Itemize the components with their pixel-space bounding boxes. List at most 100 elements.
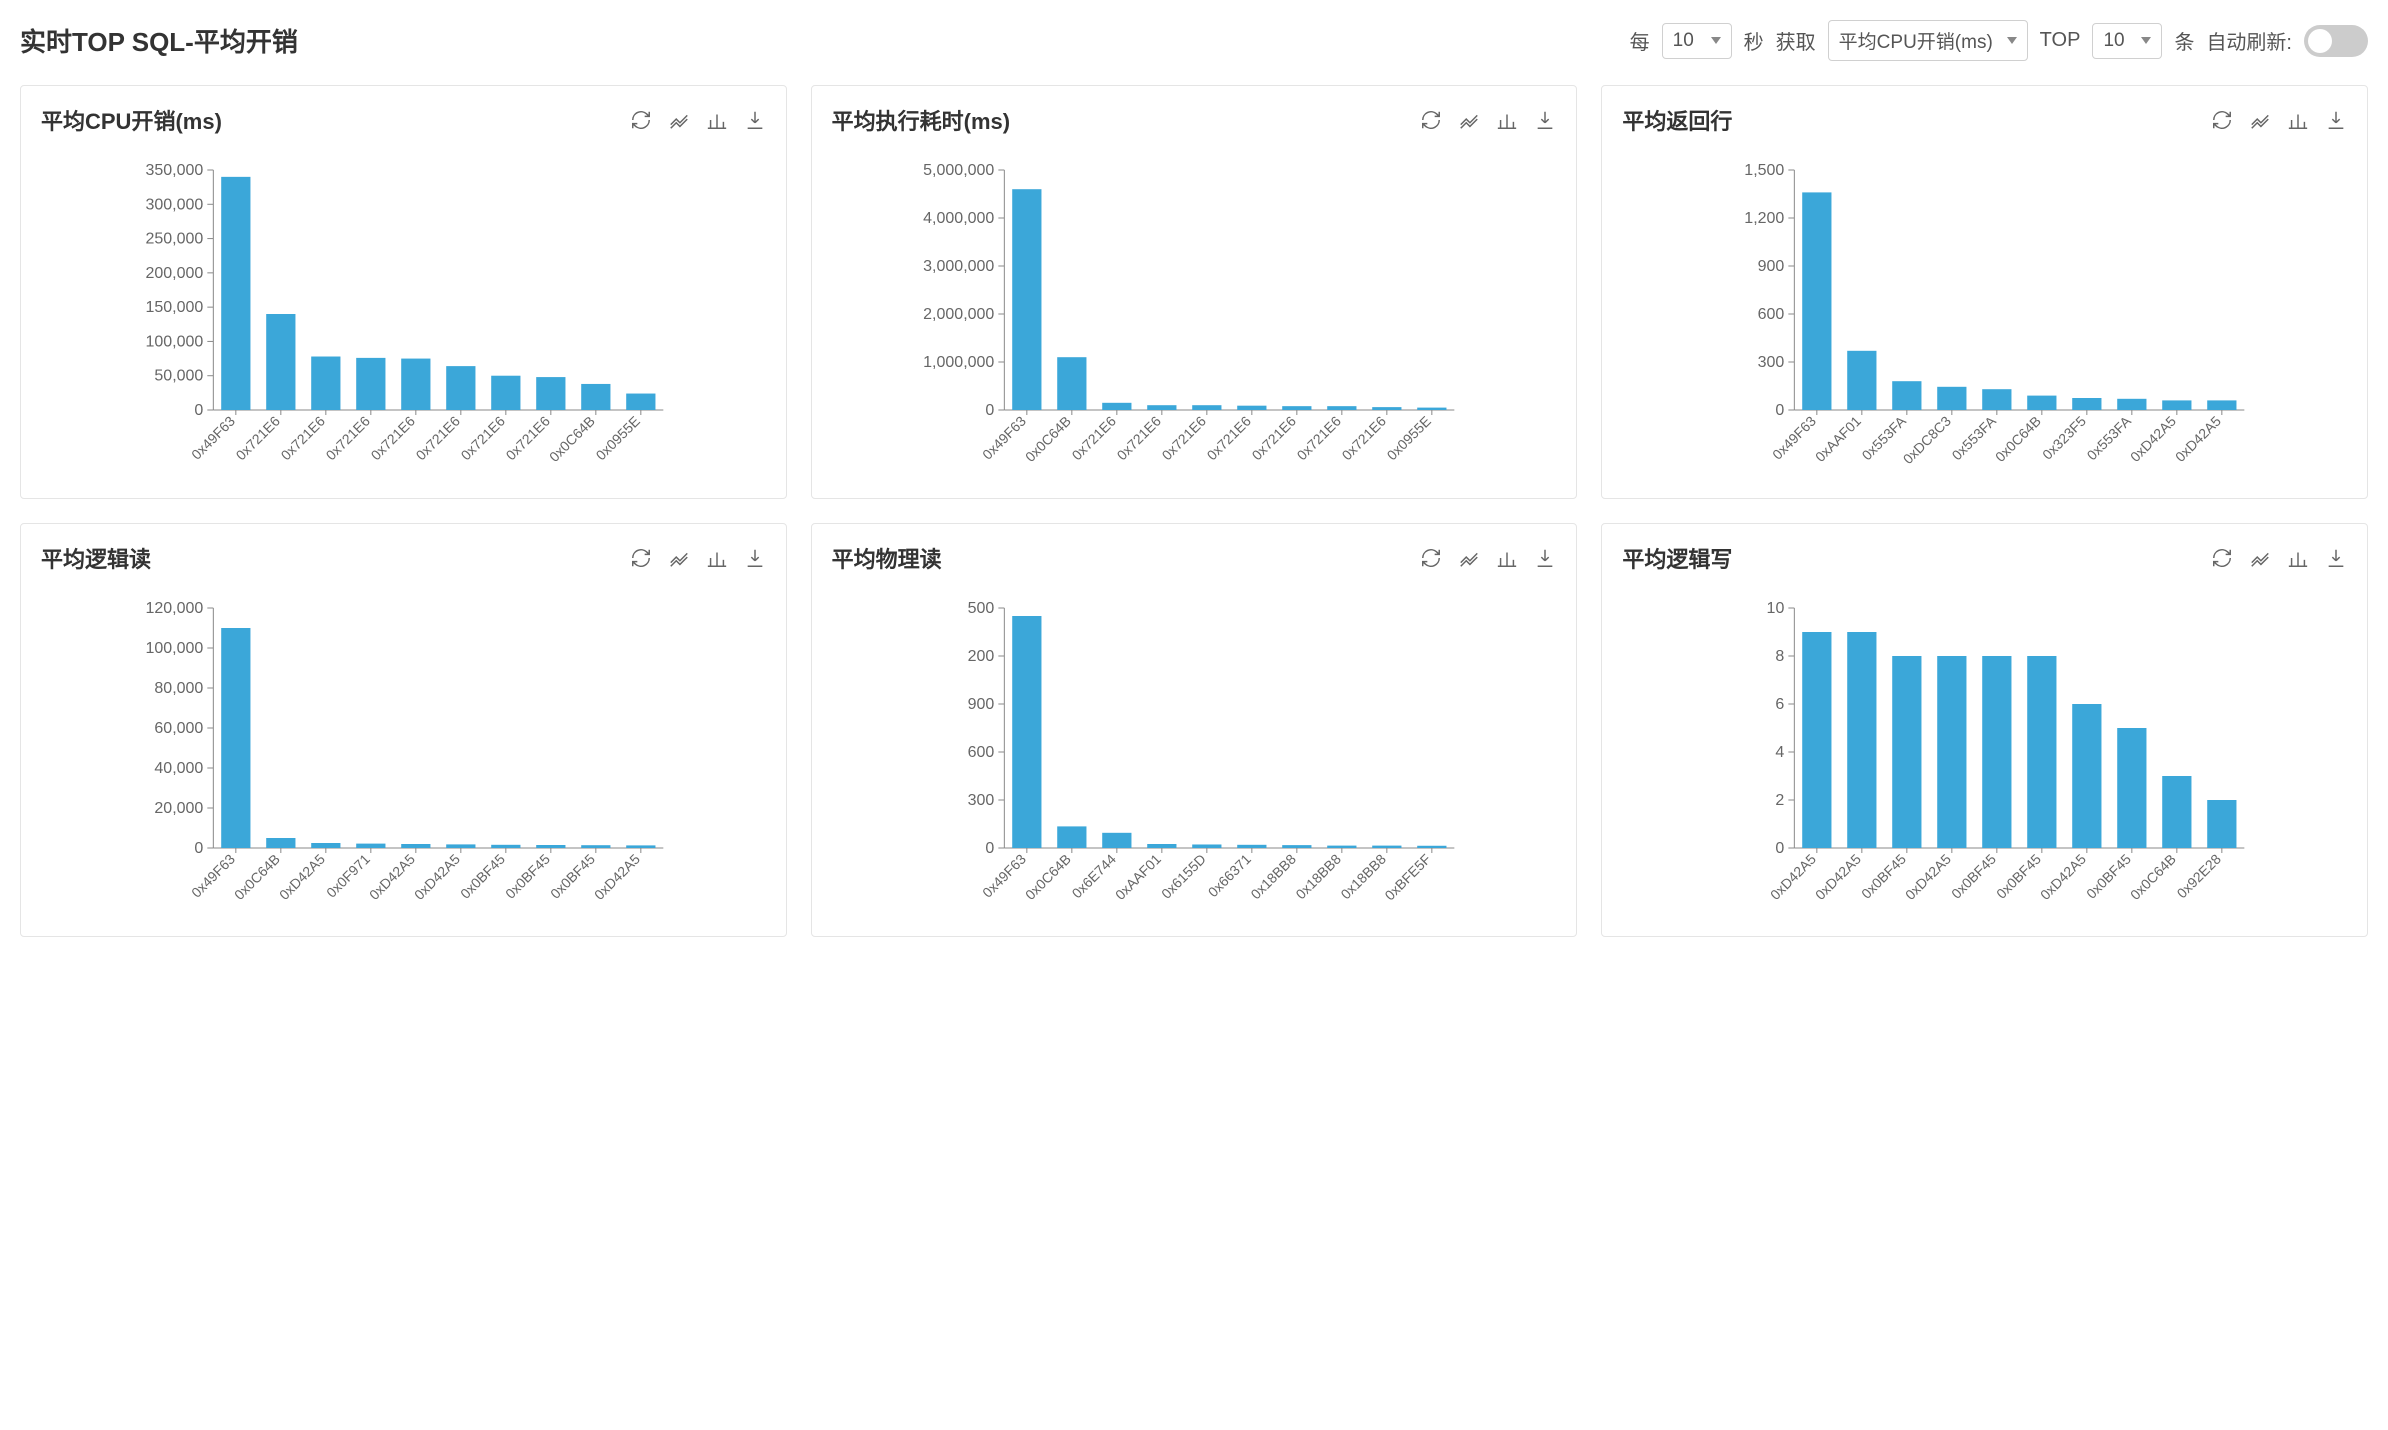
chart-bar[interactable] bbox=[581, 845, 610, 848]
chart-bar[interactable] bbox=[1372, 407, 1401, 410]
chart-bar[interactable] bbox=[1803, 632, 1832, 848]
bar-chart-icon[interactable] bbox=[1496, 109, 1518, 131]
chart-bar[interactable] bbox=[2118, 399, 2147, 410]
chart-bar[interactable] bbox=[1848, 351, 1877, 410]
chart-bar[interactable] bbox=[1102, 403, 1131, 410]
card-header: 平均执行耗时(ms) bbox=[832, 104, 1557, 136]
chart-bar[interactable] bbox=[1012, 189, 1041, 410]
chart-bar[interactable] bbox=[1237, 845, 1266, 848]
chart-bar[interactable] bbox=[2118, 728, 2147, 848]
chart-bar[interactable] bbox=[2028, 396, 2057, 410]
chart-bar[interactable] bbox=[2073, 398, 2102, 410]
chart-bar[interactable] bbox=[1147, 844, 1176, 848]
line-chart-icon[interactable] bbox=[668, 547, 690, 569]
top-select[interactable]: 10 bbox=[2092, 23, 2162, 59]
svg-text:0x721E6: 0x721E6 bbox=[503, 413, 554, 464]
refresh-icon[interactable] bbox=[2211, 109, 2233, 131]
chart-bar[interactable] bbox=[401, 359, 430, 410]
download-icon[interactable] bbox=[1534, 109, 1556, 131]
chart-bar[interactable] bbox=[1938, 656, 1967, 848]
chart-bar[interactable] bbox=[1327, 406, 1356, 410]
metric-select[interactable]: 平均CPU开销(ms) bbox=[1828, 20, 2028, 61]
chart-bar[interactable] bbox=[446, 844, 475, 848]
chart-title: 平均返回行 bbox=[1622, 104, 1732, 136]
chart-bar[interactable] bbox=[1372, 846, 1401, 848]
chart-bar[interactable] bbox=[1147, 405, 1176, 410]
chart-bar[interactable] bbox=[266, 314, 295, 410]
card-header: 平均逻辑读 bbox=[41, 542, 766, 574]
chart-bar[interactable] bbox=[2073, 704, 2102, 848]
bar-chart-icon[interactable] bbox=[2287, 547, 2309, 569]
download-icon[interactable] bbox=[744, 109, 766, 131]
chart-bar[interactable] bbox=[491, 845, 520, 848]
chart-bar[interactable] bbox=[1057, 826, 1086, 848]
download-icon[interactable] bbox=[2325, 547, 2347, 569]
chart-bar[interactable] bbox=[2028, 656, 2057, 848]
download-icon[interactable] bbox=[2325, 109, 2347, 131]
chart-bar[interactable] bbox=[491, 376, 520, 410]
interval-select[interactable]: 10 bbox=[1662, 23, 1732, 59]
chart-bar[interactable] bbox=[221, 628, 250, 848]
chart-bar[interactable] bbox=[1893, 381, 1922, 410]
svg-text:200,000: 200,000 bbox=[145, 265, 203, 282]
refresh-icon[interactable] bbox=[1420, 109, 1442, 131]
chart-bar[interactable] bbox=[1417, 408, 1446, 410]
chart-bar[interactable] bbox=[2208, 800, 2237, 848]
chart-bar[interactable] bbox=[1983, 389, 2012, 410]
chart-bar[interactable] bbox=[1282, 406, 1311, 410]
line-chart-icon[interactable] bbox=[2249, 547, 2271, 569]
chart-bar[interactable] bbox=[356, 844, 385, 848]
chart-bar[interactable] bbox=[626, 394, 655, 410]
chart-bar[interactable] bbox=[266, 838, 295, 848]
chart-bar[interactable] bbox=[1057, 357, 1086, 410]
line-chart-icon[interactable] bbox=[1458, 109, 1480, 131]
fetch-label: 获取 bbox=[1776, 26, 1816, 55]
chart-bar[interactable] bbox=[401, 844, 430, 848]
auto-refresh-label: 自动刷新: bbox=[2206, 26, 2292, 55]
chart-bar[interactable] bbox=[581, 384, 610, 410]
chart-bar[interactable] bbox=[1803, 192, 1832, 410]
download-icon[interactable] bbox=[744, 547, 766, 569]
refresh-icon[interactable] bbox=[2211, 547, 2233, 569]
chart-bar[interactable] bbox=[1282, 845, 1311, 848]
line-chart-icon[interactable] bbox=[1458, 547, 1480, 569]
chart-bar[interactable] bbox=[356, 358, 385, 410]
chart-bar[interactable] bbox=[446, 366, 475, 410]
chart-bar[interactable] bbox=[1938, 387, 1967, 410]
svg-text:0xD42A5: 0xD42A5 bbox=[1902, 851, 1954, 903]
chart-bar[interactable] bbox=[2208, 400, 2237, 410]
auto-refresh-toggle[interactable] bbox=[2304, 25, 2368, 57]
chart-bar[interactable] bbox=[1893, 656, 1922, 848]
chart-bar[interactable] bbox=[626, 845, 655, 848]
chart-bar[interactable] bbox=[1983, 656, 2012, 848]
chart-bar[interactable] bbox=[221, 177, 250, 410]
chart-bar[interactable] bbox=[2163, 400, 2192, 410]
bar-chart-icon[interactable] bbox=[1496, 547, 1518, 569]
chart-bar[interactable] bbox=[311, 357, 340, 410]
bar-chart-icon[interactable] bbox=[706, 109, 728, 131]
download-icon[interactable] bbox=[1534, 547, 1556, 569]
refresh-icon[interactable] bbox=[1420, 547, 1442, 569]
chart-bar[interactable] bbox=[1237, 406, 1266, 410]
chart-bar[interactable] bbox=[1192, 405, 1221, 410]
svg-text:0x0C64B: 0x0C64B bbox=[546, 413, 598, 465]
bar-chart-icon[interactable] bbox=[2287, 109, 2309, 131]
icon-group bbox=[1420, 547, 1556, 569]
chart-bar[interactable] bbox=[1192, 844, 1221, 848]
svg-text:0xD42A5: 0xD42A5 bbox=[591, 851, 643, 903]
bar-chart-icon[interactable] bbox=[706, 547, 728, 569]
chart-bar[interactable] bbox=[536, 845, 565, 848]
chart-bar[interactable] bbox=[536, 377, 565, 410]
chart-bar[interactable] bbox=[1327, 846, 1356, 848]
refresh-icon[interactable] bbox=[630, 109, 652, 131]
metric-value: 平均CPU开销(ms) bbox=[1839, 27, 1993, 54]
line-chart-icon[interactable] bbox=[2249, 109, 2271, 131]
chart-bar[interactable] bbox=[311, 843, 340, 848]
chart-bar[interactable] bbox=[1102, 833, 1131, 848]
chart-bar[interactable] bbox=[1417, 846, 1446, 848]
refresh-icon[interactable] bbox=[630, 547, 652, 569]
chart-bar[interactable] bbox=[1848, 632, 1877, 848]
chart-bar[interactable] bbox=[1012, 616, 1041, 848]
chart-bar[interactable] bbox=[2163, 776, 2192, 848]
line-chart-icon[interactable] bbox=[668, 109, 690, 131]
